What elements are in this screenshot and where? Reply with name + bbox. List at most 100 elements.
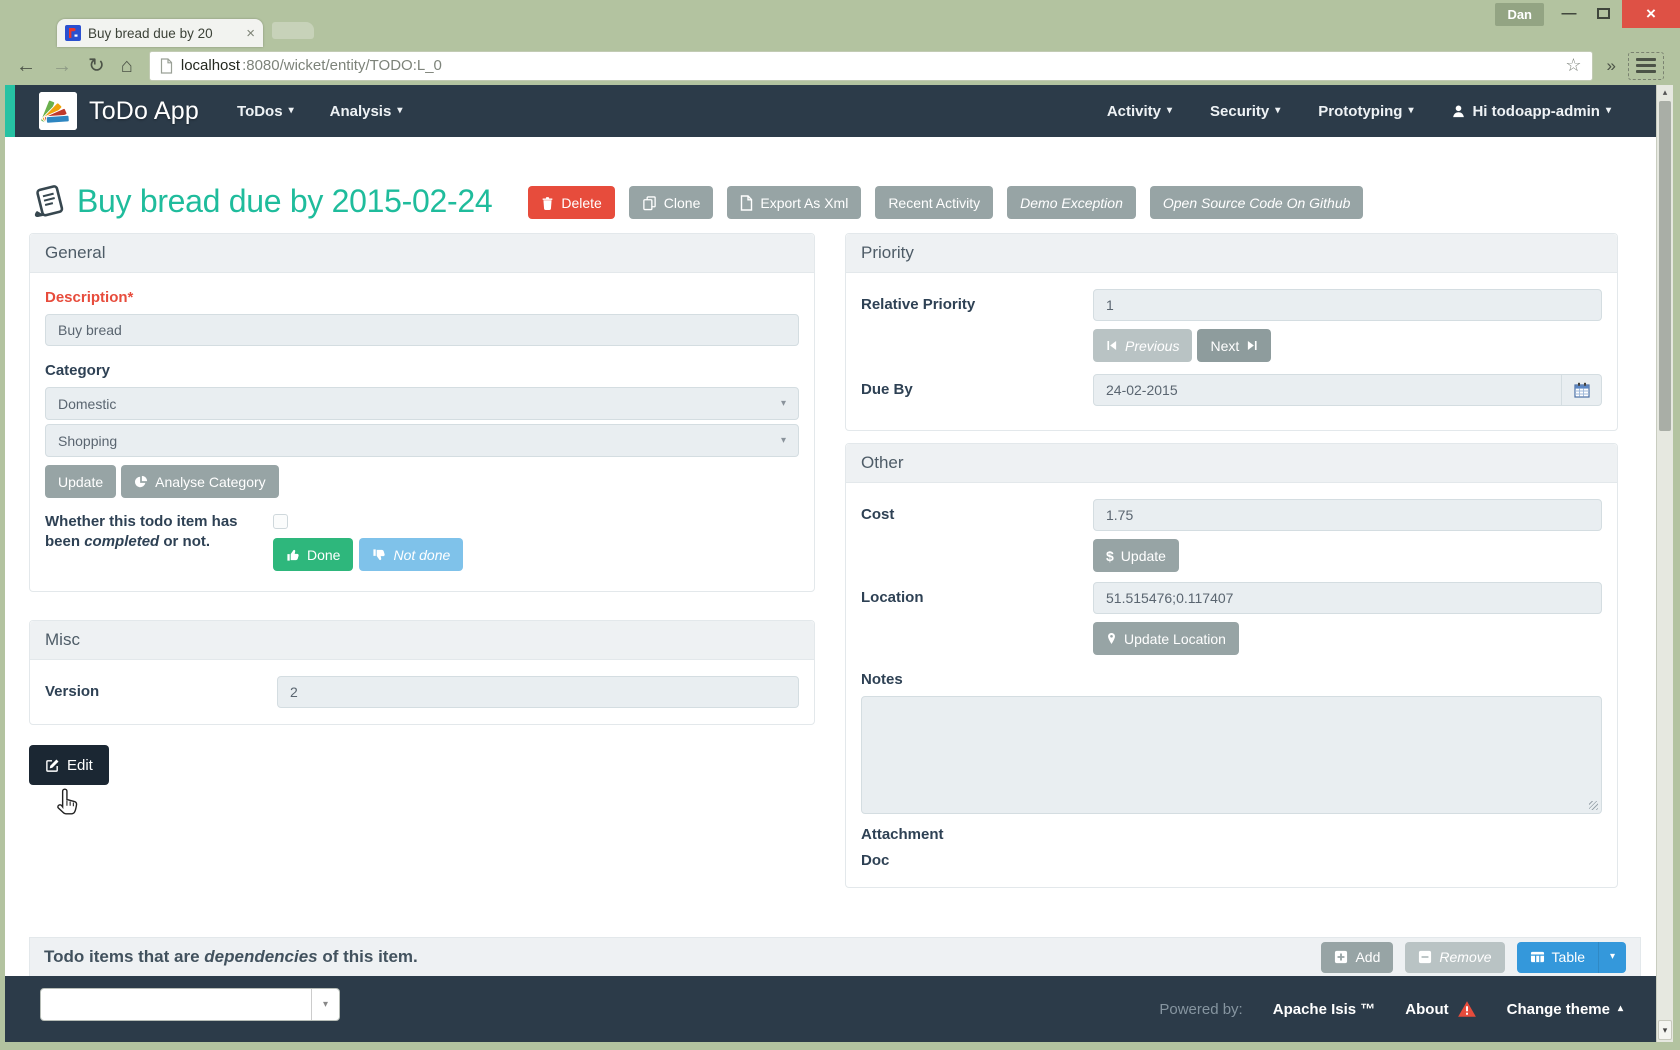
misc-panel-title: Misc <box>30 621 814 660</box>
open-source-button[interactable]: Open Source Code On Github <box>1150 186 1364 219</box>
tab-close-icon[interactable]: × <box>246 25 255 42</box>
app-logo[interactable] <box>39 92 77 130</box>
bookmark-star-icon[interactable]: ☆ <box>1565 55 1581 76</box>
todo-item-icon <box>31 183 67 221</box>
caret-down-icon: ▾ <box>1606 106 1611 116</box>
notes-label: Notes <box>861 671 1602 688</box>
pie-chart-icon <box>134 475 148 489</box>
caret-down-icon: ▾ <box>1610 952 1615 962</box>
back-icon[interactable]: ← <box>16 56 36 76</box>
export-xml-button[interactable]: Export As Xml <box>727 186 861 219</box>
caret-down-icon: ▾ <box>781 436 786 446</box>
analyse-category-button[interactable]: Analyse Category <box>121 465 279 498</box>
step-backward-icon <box>1106 339 1118 352</box>
page-icon <box>160 58 173 74</box>
brand-title[interactable]: ToDo App <box>89 97 199 126</box>
menu-activity[interactable]: Activity ▾ <box>1107 103 1172 120</box>
edit-button[interactable]: Edit <box>29 745 109 785</box>
dependency-select[interactable]: ▾ <box>40 988 340 1021</box>
table-view-button[interactable]: Table <box>1517 942 1598 973</box>
url-host: localhost <box>181 57 240 74</box>
menu-prototyping[interactable]: Prototyping ▾ <box>1318 103 1413 120</box>
browser-profile-badge[interactable]: Dan <box>1495 3 1544 26</box>
extensions-overflow-icon[interactable]: » <box>1607 56 1616 76</box>
remove-dependency-button[interactable]: Remove <box>1405 942 1504 973</box>
home-icon[interactable]: ⌂ <box>121 56 133 76</box>
next-button[interactable]: Next <box>1197 329 1271 362</box>
dependencies-header: Todo items that are dependencies of this… <box>29 937 1641 976</box>
reload-icon[interactable]: ↻ <box>88 56 105 76</box>
datepicker-button[interactable] <box>1562 374 1602 406</box>
previous-button[interactable]: Previous <box>1093 329 1192 362</box>
calendar-icon <box>1573 381 1591 399</box>
table-view-dropdown[interactable]: ▾ <box>1598 942 1626 973</box>
location-field: 51.515476;0.117407 <box>1093 582 1602 614</box>
completed-label: Whether this todo item has been complete… <box>45 512 273 571</box>
browser-chrome: Buy bread due by 20 × Dan — × ← → ↻ ⌂ lo… <box>0 0 1680 85</box>
app-navbar: ToDo App ToDos ▾ Analysis ▾ Activity ▾ S… <box>5 85 1673 137</box>
browser-tab[interactable]: Buy bread due by 20 × <box>57 19 263 47</box>
caret-down-icon: ▾ <box>289 106 294 116</box>
clone-button[interactable]: Clone <box>629 186 714 219</box>
entity-actions: Delete Clone Export As Xml Recent Activi… <box>528 186 1363 219</box>
favicon <box>65 25 81 41</box>
scrollbar-thumb[interactable] <box>1659 101 1671 431</box>
version-label: Version <box>45 676 277 708</box>
cost-field: 1.75 <box>1093 499 1602 531</box>
change-theme-link[interactable]: Change theme ▴ <box>1507 1001 1623 1018</box>
about-link[interactable]: About <box>1405 1000 1476 1018</box>
apache-isis-link[interactable]: Apache Isis ™ <box>1273 1001 1376 1018</box>
recent-activity-button[interactable]: Recent Activity <box>875 186 993 219</box>
other-panel: Other Cost 1.75 $ Update <box>845 443 1618 888</box>
window-close-button[interactable]: × <box>1622 0 1680 28</box>
description-field[interactable]: Buy bread <box>45 314 799 346</box>
subcategory-select[interactable]: Shopping ▾ <box>45 424 799 457</box>
url-bar[interactable]: localhost:8080/wicket/entity/TODO:L_0 ☆ <box>149 51 1593 81</box>
demo-exception-button[interactable]: Demo Exception <box>1007 186 1136 219</box>
category-select[interactable]: Domestic ▾ <box>45 387 799 420</box>
delete-button[interactable]: Delete <box>528 186 614 219</box>
scroll-up-arrow[interactable]: ▴ <box>1657 87 1673 98</box>
scroll-down-arrow[interactable]: ▾ <box>1658 1020 1672 1040</box>
thumbs-up-icon <box>286 548 300 562</box>
clone-icon <box>642 195 657 211</box>
new-tab-button[interactable] <box>272 22 314 39</box>
due-by-label: Due By <box>861 374 1093 406</box>
add-dependency-button[interactable]: Add <box>1321 942 1393 973</box>
update-cost-button[interactable]: $ Update <box>1093 539 1179 572</box>
step-forward-icon <box>1246 339 1258 352</box>
mouse-cursor <box>55 787 81 817</box>
vertical-scrollbar[interactable]: ▴ ▾ <box>1656 85 1673 1042</box>
url-path: :8080/wicket/entity/TODO:L_0 <box>242 57 442 74</box>
window-minimize-button[interactable]: — <box>1552 0 1586 27</box>
menu-user[interactable]: Hi todoapp-admin ▾ <box>1451 103 1611 120</box>
forward-icon[interactable]: → <box>52 56 72 76</box>
caret-down-icon: ▾ <box>397 106 402 116</box>
dollar-icon: $ <box>1106 548 1114 564</box>
bottom-bar: ▾ Powered by: Apache Isis ™ About Change… <box>5 976 1673 1042</box>
caret-up-icon: ▴ <box>1618 1004 1623 1014</box>
window-maximize-button[interactable] <box>1586 0 1620 27</box>
update-category-button[interactable]: Update <box>45 465 116 498</box>
app-footer: Powered by: Apache Isis ™ About Change t… <box>1159 976 1623 1042</box>
required-marker: * <box>128 289 134 306</box>
menu-security[interactable]: Security ▾ <box>1210 103 1280 120</box>
maximize-icon <box>1597 8 1610 19</box>
cost-label: Cost <box>861 499 1093 572</box>
notes-textarea[interactable] <box>861 696 1602 814</box>
browser-toolbar: ← → ↻ ⌂ localhost:8080/wicket/entity/TOD… <box>0 46 1680 85</box>
select-caret-button[interactable]: ▾ <box>311 989 339 1020</box>
menu-todos[interactable]: ToDos ▾ <box>237 103 294 120</box>
title-row: Buy bread due by 2015-02-24 Delete Clone… <box>29 181 1618 221</box>
browser-menu-button[interactable] <box>1628 52 1664 80</box>
category-label: Category <box>45 362 799 379</box>
due-by-field[interactable]: 24-02-2015 <box>1093 374 1562 406</box>
done-button[interactable]: Done <box>273 538 353 571</box>
update-location-button[interactable]: Update Location <box>1093 622 1239 655</box>
completed-checkbox[interactable] <box>273 514 288 529</box>
not-done-button[interactable]: Not done <box>359 538 463 571</box>
plus-square-icon <box>1334 950 1348 964</box>
thumbs-down-icon <box>372 548 386 562</box>
warning-icon <box>1457 1000 1477 1018</box>
menu-analysis[interactable]: Analysis ▾ <box>330 103 403 120</box>
